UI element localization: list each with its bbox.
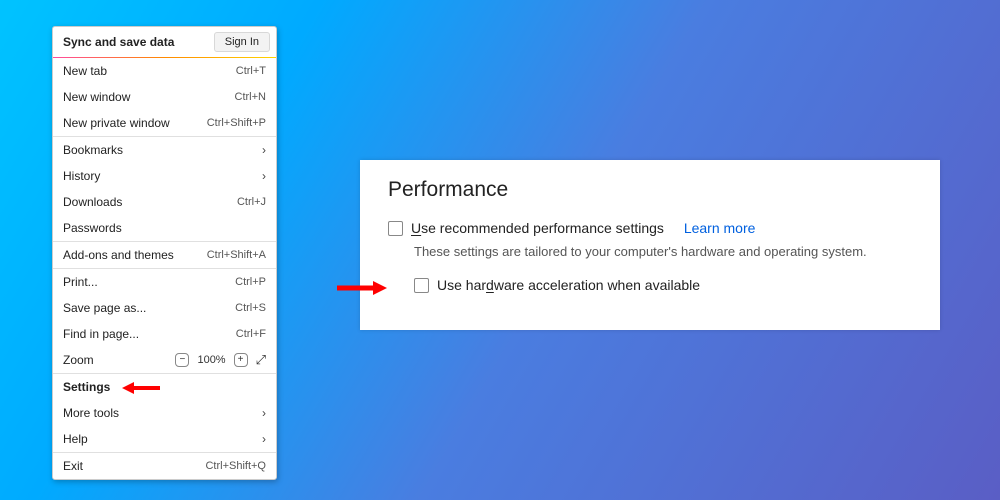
annotation-arrow-icon	[335, 278, 387, 298]
chevron-right-icon: ›	[252, 169, 266, 183]
menu-addons[interactable]: Add-ons and themes Ctrl+Shift+A	[53, 242, 276, 268]
shortcut: Ctrl+J	[237, 196, 266, 208]
use-recommended-row[interactable]: Use recommended performance settings Lea…	[388, 220, 912, 236]
menu-item-label: Save page as...	[63, 301, 235, 315]
menu-find[interactable]: Find in page... Ctrl+F	[53, 321, 276, 347]
menu-save-page[interactable]: Save page as... Ctrl+S	[53, 295, 276, 321]
zoom-in-button[interactable]: +	[234, 353, 248, 367]
menu-item-label: History	[63, 169, 252, 183]
zoom-level: 100%	[197, 354, 225, 366]
menu-item-label: More tools	[63, 406, 252, 420]
menu-item-label: Downloads	[63, 195, 237, 209]
menu-item-label: Help	[63, 432, 252, 446]
menu-item-label: Settings	[63, 380, 266, 394]
menu-history[interactable]: History ›	[53, 163, 276, 189]
checkbox[interactable]	[388, 221, 403, 236]
shortcut: Ctrl+F	[236, 328, 266, 340]
menu-settings[interactable]: Settings	[53, 374, 276, 400]
menu-downloads[interactable]: Downloads Ctrl+J	[53, 189, 276, 215]
menu-item-label: Exit	[63, 459, 205, 473]
menu-new-tab[interactable]: New tab Ctrl+T	[53, 58, 276, 84]
sign-in-button[interactable]: Sign In	[214, 32, 270, 52]
shortcut: Ctrl+Shift+P	[207, 117, 266, 129]
menu-help[interactable]: Help ›	[53, 426, 276, 452]
learn-more-link[interactable]: Learn more	[684, 220, 756, 236]
use-recommended-label: Use recommended performance settings	[411, 220, 664, 236]
menu-passwords[interactable]: Passwords	[53, 215, 276, 241]
menu-item-label: Bookmarks	[63, 143, 252, 157]
tailored-note: These settings are tailored to your comp…	[414, 244, 912, 259]
app-menu: Sync and save data Sign In New tab Ctrl+…	[52, 26, 277, 480]
fullscreen-icon[interactable]: ⤢	[256, 352, 266, 368]
zoom-out-button[interactable]: −	[175, 353, 189, 367]
annotation-arrow-icon	[122, 379, 162, 397]
menu-print[interactable]: Print... Ctrl+P	[53, 269, 276, 295]
sync-label: Sync and save data	[63, 35, 214, 49]
chevron-right-icon: ›	[252, 406, 266, 420]
shortcut: Ctrl+Shift+A	[207, 249, 266, 261]
performance-panel: Performance Use recommended performance …	[360, 160, 940, 330]
menu-new-private-window[interactable]: New private window Ctrl+Shift+P	[53, 110, 276, 136]
panel-title: Performance	[388, 178, 912, 202]
chevron-right-icon: ›	[252, 143, 266, 157]
menu-item-label: New tab	[63, 64, 236, 78]
menu-bookmarks[interactable]: Bookmarks ›	[53, 137, 276, 163]
shortcut: Ctrl+T	[236, 65, 266, 77]
menu-exit[interactable]: Exit Ctrl+Shift+Q	[53, 453, 276, 479]
shortcut: Ctrl+S	[235, 302, 266, 314]
menu-item-label: Passwords	[63, 221, 266, 235]
menu-new-window[interactable]: New window Ctrl+N	[53, 84, 276, 110]
menu-more-tools[interactable]: More tools ›	[53, 400, 276, 426]
shortcut: Ctrl+P	[235, 276, 266, 288]
menu-item-label: New window	[63, 90, 235, 104]
menu-zoom: Zoom − 100% + ⤢	[53, 347, 276, 373]
menu-item-label: Find in page...	[63, 327, 236, 341]
shortcut: Ctrl+N	[235, 91, 266, 103]
chevron-right-icon: ›	[252, 432, 266, 446]
sync-row: Sync and save data Sign In	[53, 27, 276, 57]
hw-accel-label: Use hardware acceleration when available	[437, 277, 700, 293]
menu-item-label: Zoom	[63, 353, 171, 367]
shortcut: Ctrl+Shift+Q	[205, 460, 266, 472]
menu-item-label: New private window	[63, 116, 207, 130]
menu-item-label: Add-ons and themes	[63, 248, 207, 262]
menu-item-label: Print...	[63, 275, 235, 289]
checkbox[interactable]	[414, 278, 429, 293]
hw-accel-row[interactable]: Use hardware acceleration when available	[414, 277, 912, 293]
